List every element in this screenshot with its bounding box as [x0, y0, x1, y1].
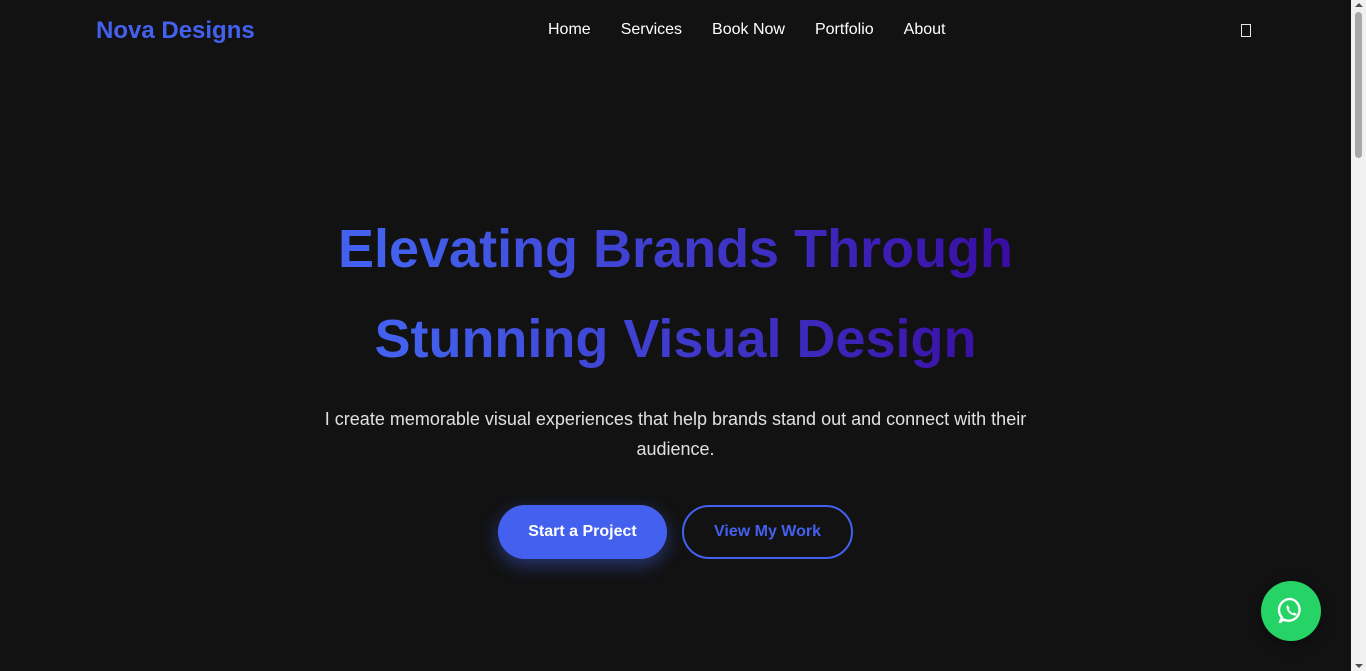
start-project-button[interactable]: Start a Project — [498, 505, 667, 559]
theme-toggle-icon[interactable] — [1241, 24, 1251, 37]
page-scrollbar[interactable] — [1351, 0, 1366, 671]
nav-item-services: Services — [621, 20, 682, 40]
nav-link-portfolio[interactable]: Portfolio — [815, 21, 874, 38]
nav-link-services[interactable]: Services — [621, 21, 682, 38]
navbar: Nova Designs Home Services Book Now Port… — [0, 0, 1351, 62]
nav-item-about: About — [904, 20, 946, 40]
nav-links: Home Services Book Now Portfolio About — [548, 20, 945, 40]
nav-item-home: Home — [548, 20, 591, 40]
nav-item-portfolio: Portfolio — [815, 20, 874, 40]
nav-link-book-now[interactable]: Book Now — [712, 21, 785, 38]
hero-title-line-2: Stunning Visual Design — [374, 309, 977, 369]
hero-title: Elevating Brands Through Stunning Visual… — [0, 204, 1351, 384]
hero-subtitle: I create memorable visual experiences th… — [324, 409, 1027, 459]
whatsapp-button[interactable] — [1261, 581, 1321, 641]
view-work-button[interactable]: View My Work — [682, 505, 853, 559]
nav-link-about[interactable]: About — [904, 21, 946, 38]
page: Nova Designs Home Services Book Now Port… — [0, 0, 1366, 671]
nav-item-book-now: Book Now — [712, 20, 785, 40]
nav-link-home[interactable]: Home — [548, 21, 591, 38]
scrollbar-thumb[interactable] — [1355, 12, 1362, 158]
scroll-up-arrow-icon[interactable] — [1355, 3, 1363, 7]
whatsapp-icon — [1277, 597, 1301, 624]
scroll-down-arrow-icon[interactable] — [1355, 664, 1363, 668]
hero-title-line-1: Elevating Brands Through — [337, 219, 1014, 279]
brand-logo[interactable]: Nova Designs — [96, 16, 255, 46]
